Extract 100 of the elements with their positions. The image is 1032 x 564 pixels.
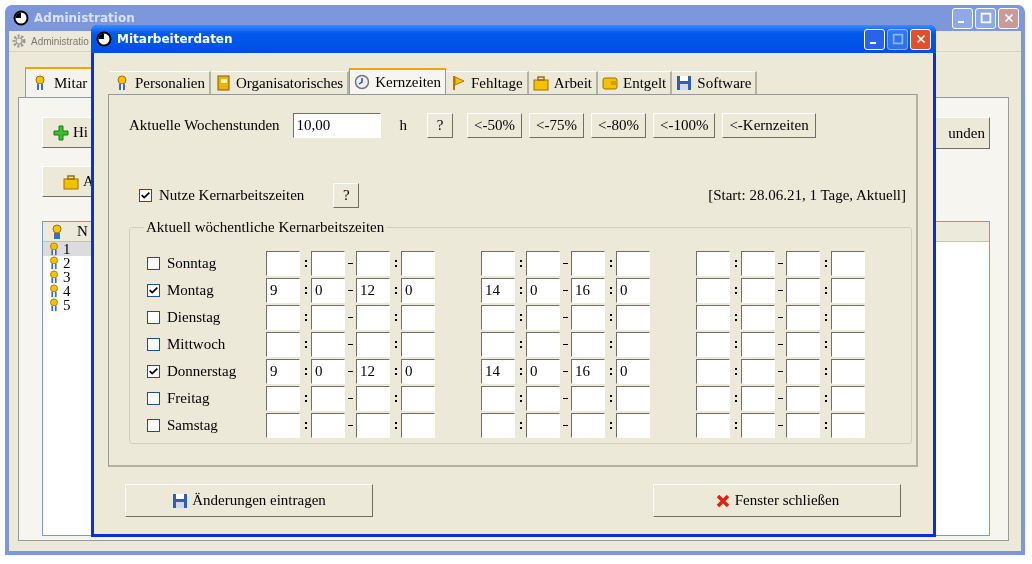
preset-button[interactable]: <-Kernzeiten (722, 113, 816, 138)
time-field[interactable] (266, 332, 300, 357)
time-field[interactable]: 0 (311, 359, 345, 384)
hours-field[interactable]: 10,00 (292, 113, 381, 138)
checkbox[interactable] (139, 188, 152, 202)
time-field[interactable] (741, 305, 775, 330)
checkbox[interactable] (147, 338, 160, 351)
time-field[interactable] (741, 278, 775, 303)
time-field[interactable] (311, 305, 345, 330)
time-field[interactable]: 0 (311, 278, 345, 303)
time-field[interactable] (616, 305, 650, 330)
close-window-button[interactable]: Fenster schließen (653, 484, 901, 517)
time-field[interactable] (571, 332, 605, 357)
time-field[interactable] (831, 386, 865, 411)
time-field[interactable] (696, 278, 730, 303)
day-label[interactable]: Sonntag (167, 255, 217, 272)
time-field[interactable] (266, 413, 300, 438)
time-field[interactable] (571, 413, 605, 438)
list-item[interactable]: 4 (43, 284, 95, 298)
time-field[interactable] (741, 251, 775, 276)
time-field[interactable] (311, 413, 345, 438)
time-field[interactable] (616, 251, 650, 276)
time-field[interactable] (526, 413, 560, 438)
day-label[interactable]: Dienstag (167, 309, 221, 326)
preset-button[interactable]: <-50% (467, 113, 523, 138)
tab[interactable]: Personalien (110, 71, 211, 94)
time-field[interactable] (696, 413, 730, 438)
day-label[interactable]: Montag (167, 282, 214, 299)
close-button[interactable] (910, 28, 931, 50)
day-label[interactable]: Mittwoch (167, 336, 226, 353)
time-field[interactable] (831, 359, 865, 384)
time-field[interactable] (741, 413, 775, 438)
tab[interactable]: Software (672, 71, 758, 94)
time-field[interactable] (481, 413, 515, 438)
time-field[interactable] (481, 332, 515, 357)
tab[interactable]: Fehltage (446, 71, 529, 94)
time-field[interactable] (696, 332, 730, 357)
time-field[interactable] (311, 386, 345, 411)
time-field[interactable] (311, 251, 345, 276)
time-field[interactable] (526, 251, 560, 276)
checkbox[interactable] (147, 284, 160, 297)
save-button[interactable]: Änderungen eintragen (125, 484, 373, 517)
time-field[interactable] (831, 413, 865, 438)
time-field[interactable]: 12 (356, 278, 390, 303)
time-field[interactable]: 0 (526, 359, 560, 384)
tab[interactable]: Arbeit (528, 71, 598, 94)
time-field[interactable] (481, 251, 515, 276)
time-field[interactable] (831, 278, 865, 303)
time-field[interactable]: 14 (481, 278, 515, 303)
time-field[interactable] (266, 251, 300, 276)
maximize-button[interactable] (975, 7, 996, 29)
time-field[interactable]: 0 (401, 359, 435, 384)
time-field[interactable] (786, 332, 820, 357)
time-field[interactable] (741, 386, 775, 411)
preset-button[interactable]: <-80% (591, 113, 646, 138)
time-field[interactable] (786, 359, 820, 384)
time-field[interactable] (356, 332, 390, 357)
day-label[interactable]: Samstag (167, 417, 218, 434)
day-label[interactable]: Donnerstag (167, 363, 237, 380)
time-field[interactable] (401, 386, 435, 411)
checkbox[interactable] (147, 257, 160, 270)
time-field[interactable] (786, 413, 820, 438)
list-item[interactable]: 3 (43, 270, 95, 284)
time-field[interactable] (571, 386, 605, 411)
tab[interactable]: Organisatorisches (211, 71, 350, 94)
time-field[interactable] (786, 251, 820, 276)
time-field[interactable] (616, 413, 650, 438)
minimize-button[interactable] (864, 28, 885, 50)
time-field[interactable] (356, 386, 390, 411)
time-field[interactable] (481, 386, 515, 411)
time-field[interactable] (831, 305, 865, 330)
list-item[interactable]: 5 (43, 298, 95, 312)
time-field[interactable] (616, 332, 650, 357)
time-field[interactable]: 14 (481, 359, 515, 384)
time-field[interactable] (481, 305, 515, 330)
time-field[interactable]: 0 (401, 278, 435, 303)
time-field[interactable] (786, 278, 820, 303)
time-field[interactable] (266, 305, 300, 330)
time-field[interactable] (356, 305, 390, 330)
checkbox[interactable] (147, 392, 160, 405)
time-field[interactable] (266, 386, 300, 411)
minimize-button[interactable] (952, 7, 973, 29)
time-field[interactable] (831, 332, 865, 357)
time-field[interactable]: 0 (526, 278, 560, 303)
list-item[interactable]: 2 (43, 256, 95, 270)
menu-item[interactable]: Administratio (31, 35, 89, 47)
tab[interactable]: Kernzeiten (349, 68, 446, 94)
time-field[interactable] (696, 305, 730, 330)
time-field[interactable] (401, 251, 435, 276)
time-field[interactable] (356, 251, 390, 276)
time-field[interactable]: 12 (356, 359, 390, 384)
time-field[interactable]: 9 (266, 278, 300, 303)
time-field[interactable] (831, 251, 865, 276)
time-field[interactable] (696, 386, 730, 411)
preset-button[interactable]: <-100% (652, 113, 716, 138)
time-field[interactable] (696, 251, 730, 276)
time-field[interactable]: 0 (616, 359, 650, 384)
help-button[interactable]: ? (333, 182, 360, 208)
checkbox-label[interactable]: Nutze Kernarbeitszeiten (159, 186, 305, 204)
time-field[interactable] (741, 359, 775, 384)
